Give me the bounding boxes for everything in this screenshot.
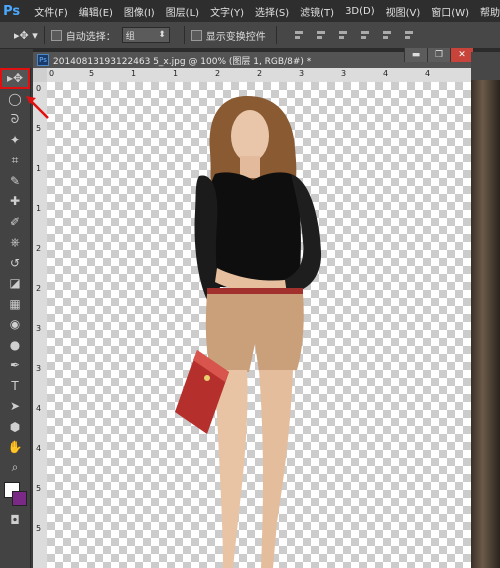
auto-select-dropdown[interactable]: 组 ⬍	[121, 27, 170, 43]
zoom-tool-icon[interactable]: ⌕	[0, 458, 30, 479]
background-color-swatch[interactable]	[12, 491, 27, 506]
pen-tool-icon[interactable]: ✒	[0, 355, 30, 376]
ruler-tick: 2	[36, 284, 42, 293]
menu-file[interactable]: 文件(F)	[34, 4, 68, 19]
ruler-tick: 1	[173, 69, 179, 78]
tools-panel: ▸✥ ◯ ᘐ ✦ ⌗ ✎ ✚ ✐ ⎈ ↺ ◪ ▦ ◉ ● ✒ T ➤ ⬢ ✋ ⌕…	[0, 68, 31, 568]
eyedropper-tool-icon[interactable]: ✎	[0, 171, 30, 192]
ruler-tick: 5	[36, 524, 42, 533]
ruler-tick: 2	[257, 69, 263, 78]
annotation-arrow-icon	[26, 96, 49, 119]
model-image	[175, 96, 322, 568]
ruler-tick: 4	[425, 69, 431, 78]
auto-select-value: 组	[125, 31, 135, 42]
menu-type[interactable]: 文字(Y)	[210, 4, 244, 19]
crop-tool-icon[interactable]: ⌗	[0, 150, 30, 171]
auto-select-label: 自动选择：	[65, 31, 116, 43]
quick-mask-icon[interactable]: ◘	[0, 510, 30, 531]
ruler-tick: 5	[36, 124, 42, 133]
horizontal-ruler: 0 5 1 1 2 2 3 3 4 4	[47, 68, 471, 83]
ruler-tick: 0	[49, 69, 55, 78]
eraser-tool-icon[interactable]: ◪	[0, 273, 30, 294]
show-transform-label: 显示变换控件	[205, 31, 266, 43]
chevron-down-icon: ⬍	[158, 30, 166, 40]
auto-select-checkbox[interactable]	[50, 29, 62, 41]
type-tool-icon[interactable]: T	[0, 376, 30, 397]
align-right-icon[interactable]	[403, 29, 415, 41]
ruler-tick: 2	[36, 244, 42, 253]
ruler-tick: 5	[36, 484, 42, 493]
document-canvas[interactable]	[47, 82, 471, 568]
color-swatches[interactable]	[0, 478, 30, 510]
menu-3d[interactable]: 3D(D)	[345, 6, 375, 17]
restore-button[interactable]: ❐	[427, 48, 450, 62]
divider	[275, 26, 277, 44]
menu-window[interactable]: 窗口(W)	[431, 4, 469, 19]
document-title: 20140813193122463 5_x.jpg @ 100% (图层 1, …	[53, 56, 312, 67]
align-vcenter-icon[interactable]	[315, 29, 327, 41]
dodge-tool-icon[interactable]: ●	[0, 335, 30, 356]
ruler-tick: 5	[89, 69, 95, 78]
menu-bar: Ps 文件(F) 编辑(E) 图像(I) 图层(L) 文字(Y) 选择(S) 滤…	[0, 0, 500, 22]
ruler-tick: 3	[36, 364, 42, 373]
app-logo: Ps	[3, 3, 21, 19]
blur-tool-icon[interactable]: ◉	[0, 314, 30, 335]
ruler-tick: 2	[215, 69, 221, 78]
show-transform-checkbox[interactable]	[190, 29, 202, 41]
align-left-icon[interactable]	[359, 29, 371, 41]
history-brush-tool-icon[interactable]: ↺	[0, 253, 30, 274]
align-hcenter-icon[interactable]	[381, 29, 393, 41]
panel-edge	[471, 52, 500, 80]
ruler-tick: 4	[36, 404, 42, 413]
menu-help[interactable]: 帮助	[480, 4, 500, 19]
menu-filter[interactable]: 滤镜(T)	[300, 4, 334, 19]
minimize-button[interactable]: ▬	[404, 48, 427, 62]
ruler-tick: 4	[383, 69, 389, 78]
brush-tool-icon[interactable]: ✐	[0, 212, 30, 233]
gradient-tool-icon[interactable]: ▦	[0, 294, 30, 315]
ruler-tick: 3	[341, 69, 347, 78]
close-button[interactable]: ✕	[450, 48, 473, 62]
divider	[183, 26, 185, 44]
vertical-ruler: 0 5 1 1 2 2 3 3 4 4 5 5	[33, 82, 48, 568]
hand-tool-icon[interactable]: ✋	[0, 437, 30, 458]
shape-tool-icon[interactable]: ⬢	[0, 417, 30, 438]
move-tool-preset-icon[interactable]: ▸✥ ▾	[14, 29, 38, 42]
healing-brush-tool-icon[interactable]: ✚	[0, 191, 30, 212]
clone-stamp-tool-icon[interactable]: ⎈	[0, 232, 30, 253]
menu-image[interactable]: 图像(I)	[124, 4, 155, 19]
menu-select[interactable]: 选择(S)	[255, 4, 289, 19]
divider	[43, 26, 45, 44]
ruler-tick: 1	[131, 69, 137, 78]
menu-edit[interactable]: 编辑(E)	[79, 4, 113, 19]
ruler-tick: 4	[36, 444, 42, 453]
menu-layer[interactable]: 图层(L)	[166, 4, 199, 19]
ruler-tick: 3	[299, 69, 305, 78]
ruler-tick: 3	[36, 324, 42, 333]
magic-wand-tool-icon[interactable]: ✦	[0, 130, 30, 151]
align-bottom-icon[interactable]	[337, 29, 349, 41]
path-selection-tool-icon[interactable]: ➤	[0, 396, 30, 417]
ps-file-icon: Ps	[37, 54, 49, 66]
ruler-corner	[33, 68, 47, 82]
background-photo-window	[471, 80, 500, 568]
align-top-icon[interactable]	[293, 29, 305, 41]
ruler-tick: 1	[36, 164, 42, 173]
ruler-tick: 1	[36, 204, 42, 213]
menu-view[interactable]: 视图(V)	[386, 4, 421, 19]
options-bar: ▸✥ ▾ 自动选择： 组 ⬍ 显示变换控件	[0, 22, 500, 49]
